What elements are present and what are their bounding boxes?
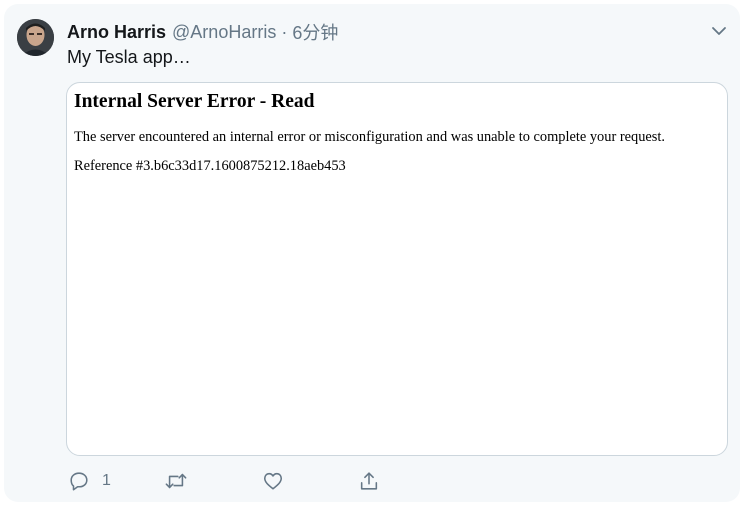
like-icon	[263, 472, 283, 490]
reply-count: 1	[102, 472, 111, 489]
media-screenshot[interactable]: Internal Server Error - Read The server …	[66, 82, 728, 456]
reply-icon	[70, 472, 88, 491]
error-reference: Reference #3.b6c33d17.1600875212.18aeb45…	[74, 158, 346, 174]
tweet-header: Arno Harris @ArnoHarris · 6分钟	[67, 20, 338, 44]
user-handle[interactable]: @ArnoHarris	[172, 22, 276, 43]
error-title: Internal Server Error - Read	[74, 91, 315, 112]
avatar-image	[17, 19, 54, 56]
tweet-card[interactable]: Arno Harris @ArnoHarris · 6分钟 My Tesla a…	[4, 4, 740, 502]
share-button[interactable]	[358, 468, 380, 494]
reply-button[interactable]: 1	[68, 468, 111, 494]
tweet-text: My Tesla app…	[67, 47, 191, 67]
share-icon	[360, 472, 378, 490]
separator-dot: ·	[281, 21, 288, 42]
chevron-down-icon[interactable]	[710, 22, 728, 40]
error-message: The server encountered an internal error…	[74, 129, 665, 145]
retweet-button[interactable]	[164, 468, 188, 494]
timestamp[interactable]: 6分钟	[292, 19, 338, 45]
like-button[interactable]	[262, 468, 284, 494]
avatar[interactable]	[17, 19, 54, 56]
retweet-icon	[165, 473, 187, 489]
display-name[interactable]: Arno Harris	[67, 22, 166, 43]
